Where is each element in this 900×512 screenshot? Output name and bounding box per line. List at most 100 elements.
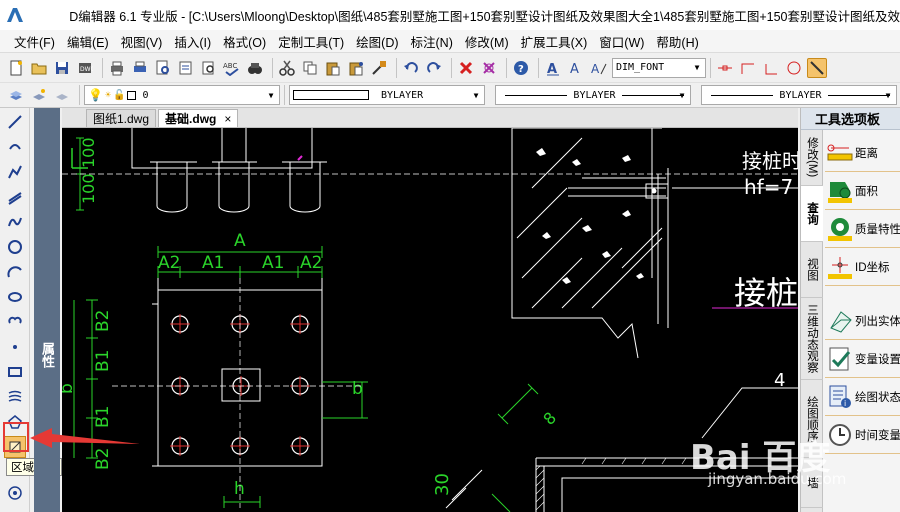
layer-color-swatch — [127, 90, 137, 100]
annotation-jiezhuang-2: 接桩 — [734, 274, 798, 312]
close-icon[interactable]: × — [224, 112, 231, 126]
spell-check-icon[interactable]: ABC — [222, 58, 242, 78]
menu-extend-tools[interactable]: 扩展工具(X) — [521, 32, 588, 51]
text-style-a-icon[interactable]: A — [543, 58, 563, 78]
polyline-icon[interactable] — [4, 161, 26, 183]
osnap-midpoint-icon[interactable] — [738, 58, 758, 78]
linetype-select[interactable]: BYLAYER ▼ — [495, 85, 691, 105]
toolbar-separator — [710, 57, 711, 78]
menu-modify[interactable]: 修改(M) — [465, 32, 509, 51]
layer-manager-icon[interactable] — [6, 85, 26, 105]
layer-previous-icon[interactable] — [52, 85, 72, 105]
tool-set-variable[interactable]: 变量设置 — [825, 340, 900, 378]
standard-toolbar: DWG ABC ? A A A DIM_FONT ▼ — [0, 52, 900, 82]
layer-select[interactable]: 💡 ☀ 🔓 0 ▼ — [84, 85, 280, 105]
tab-foundation[interactable]: 基础.dwg × — [158, 109, 239, 127]
tab-view[interactable]: 视图 — [801, 242, 823, 298]
tool-list-entity[interactable]: 列出实体 — [825, 302, 900, 340]
document-area: 图纸1.dwg 基础.dwg × 100 100 A A2 A1 A1 A2 B… — [62, 108, 798, 512]
tool-id-point[interactable]: ID坐标 — [825, 248, 900, 286]
dim-text-A1-right: A1 — [262, 253, 284, 273]
copy-icon[interactable] — [300, 58, 320, 78]
tool-label: ID坐标 — [855, 261, 890, 274]
drawing-canvas[interactable]: 100 100 A A2 A1 A1 A2 B2 B1 B1 B2 b h 接桩… — [62, 128, 798, 512]
help-icon[interactable]: ? — [511, 58, 531, 78]
menu-dimension[interactable]: 标注(N) — [411, 32, 453, 51]
undo-icon[interactable] — [401, 58, 421, 78]
open-file-icon[interactable] — [29, 58, 49, 78]
toolbar-separator — [272, 57, 273, 78]
line-icon[interactable] — [4, 111, 26, 133]
dim-text-100-a: 100 — [79, 137, 98, 168]
color-select[interactable]: BYLAYER ▼ — [289, 85, 485, 105]
print-icon[interactable] — [107, 58, 127, 78]
ellipse-icon[interactable] — [4, 286, 26, 308]
spline-icon[interactable] — [4, 211, 26, 233]
paste-special-icon[interactable] — [346, 58, 366, 78]
dim-text-30: 30 — [432, 473, 453, 496]
menu-draw[interactable]: 绘图(D) — [356, 32, 398, 51]
cut-icon[interactable] — [277, 58, 297, 78]
tool-palette-title-text: 工具选项板 — [815, 112, 881, 127]
tab-drawing1[interactable]: 图纸1.dwg — [86, 109, 157, 127]
redo-icon[interactable] — [424, 58, 444, 78]
text-a-icon[interactable]: A — [566, 58, 586, 78]
plot-icon[interactable] — [130, 58, 150, 78]
paste-icon[interactable] — [323, 58, 343, 78]
linetype-value: BYLAYER — [573, 89, 616, 101]
layer-state-icon[interactable] — [29, 85, 49, 105]
osnap-circle-icon[interactable] — [784, 58, 804, 78]
tool-drawing-status[interactable]: i 绘图状态 — [825, 378, 900, 416]
menu-edit[interactable]: 编辑(E) — [67, 32, 109, 51]
text-edit-icon[interactable]: A — [589, 58, 609, 78]
title-bar: D编辑器 6.1 专业版 - [C:\Users\Mloong\Desktop\… — [0, 0, 900, 30]
chevron-down-icon: ▼ — [885, 90, 891, 100]
tool-time-variable[interactable]: 时间变量 — [825, 416, 900, 454]
donut-icon[interactable] — [4, 482, 26, 504]
delete-icon[interactable] — [456, 58, 476, 78]
menu-help[interactable]: 帮助(H) — [656, 32, 698, 51]
tool-label: 时间变量 — [855, 429, 900, 442]
construction-line-icon[interactable] — [4, 136, 26, 158]
osnap-nearest-icon[interactable] — [807, 57, 827, 78]
tool-area[interactable]: 面积 — [825, 172, 900, 210]
lineweight-value: BYLAYER — [779, 89, 822, 101]
dim-text-B1-top: B1 — [93, 350, 113, 372]
mass-properties-icon — [825, 214, 855, 244]
tab-3d-orbit[interactable]: 三维动态观察 — [801, 298, 823, 380]
menu-window[interactable]: 窗口(W) — [599, 32, 644, 51]
tab-modify[interactable]: 修改(M) — [801, 130, 823, 186]
find-icon[interactable] — [199, 58, 219, 78]
save-icon[interactable] — [52, 58, 72, 78]
purge-icon[interactable] — [479, 58, 499, 78]
text-style-select[interactable]: DIM_FONT ▼ — [612, 57, 706, 78]
osnap-endpoint-icon[interactable] — [715, 58, 735, 78]
hatch-icon[interactable] — [4, 386, 26, 408]
arc-icon[interactable] — [4, 261, 26, 283]
print-preview-icon[interactable] — [153, 58, 173, 78]
menu-custom-tools[interactable]: 定制工具(T) — [278, 32, 344, 51]
revision-cloud-icon[interactable] — [4, 311, 26, 333]
osnap-perpendicular-icon[interactable] — [761, 58, 781, 78]
publish-icon[interactable] — [176, 58, 196, 78]
save-as-icon[interactable]: DWG — [75, 58, 95, 78]
lineweight-select[interactable]: BYLAYER ▼ — [701, 85, 897, 105]
new-file-icon[interactable] — [6, 58, 26, 78]
tab-label: 图纸1.dwg — [93, 112, 150, 126]
match-properties-icon[interactable] — [369, 58, 389, 78]
menu-view[interactable]: 视图(V) — [121, 32, 163, 51]
menu-file[interactable]: 文件(F) — [14, 32, 55, 51]
layer-value: 0 — [142, 89, 149, 101]
menu-insert[interactable]: 插入(I) — [174, 32, 211, 51]
tab-label: 基础.dwg — [165, 112, 217, 126]
tool-label: 面积 — [855, 185, 878, 198]
binoculars-icon[interactable] — [245, 58, 265, 78]
tool-distance[interactable]: 距离 — [825, 134, 900, 172]
rectangle-icon[interactable] — [4, 361, 26, 383]
point-icon[interactable] — [4, 336, 26, 358]
circle-icon[interactable] — [4, 236, 26, 258]
multiline-icon[interactable] — [4, 186, 26, 208]
tool-mass-properties[interactable]: 质量特性 — [825, 210, 900, 248]
tab-query[interactable]: 查询 — [801, 186, 823, 242]
menu-format[interactable]: 格式(O) — [223, 32, 266, 51]
